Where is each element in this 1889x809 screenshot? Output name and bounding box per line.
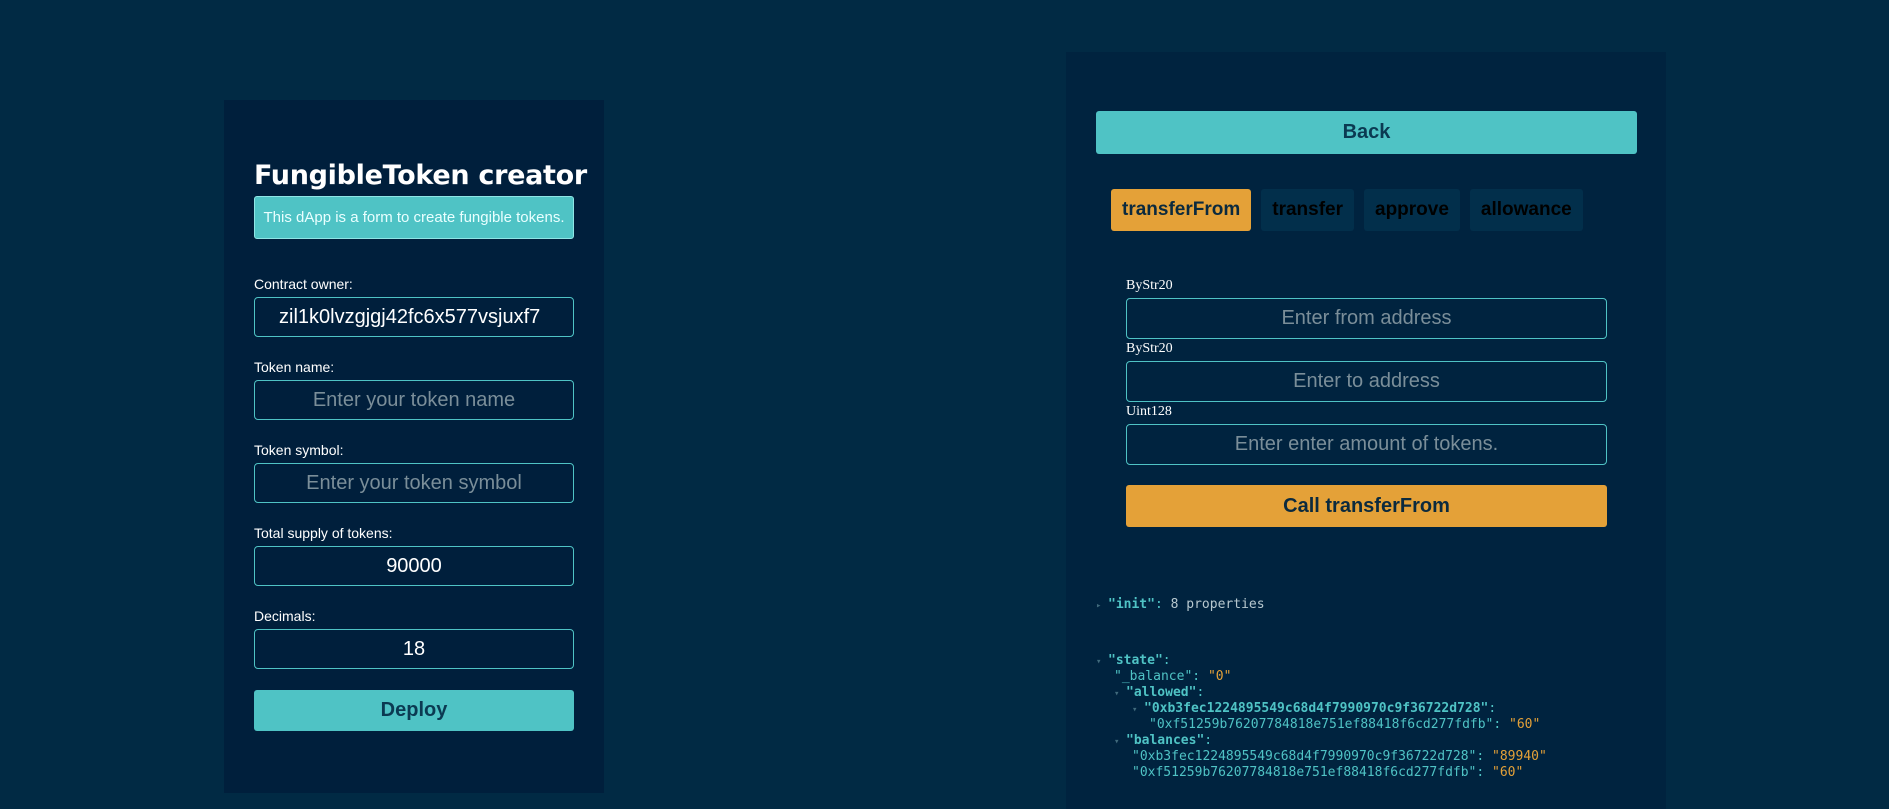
tree-row-state[interactable]: ▾ "state":: [1096, 653, 1171, 670]
amount-input[interactable]: [1126, 424, 1607, 465]
to-type-label: ByStr20: [1126, 341, 1173, 356]
tree-row-init[interactable]: ▸ "init": 8 properties: [1096, 597, 1265, 614]
amount-type-label: Uint128: [1126, 404, 1172, 419]
token-symbol-input[interactable]: [254, 463, 574, 503]
tree-row-balances-owner: "0xb3fec1224895549c68d4f7990970c9f36722d…: [1132, 749, 1547, 764]
total-supply-input[interactable]: [254, 546, 574, 586]
token-name-input[interactable]: [254, 380, 574, 420]
tree-value: "60": [1492, 765, 1524, 780]
caret-down-icon[interactable]: ▾: [1114, 686, 1126, 702]
tree-row-allowed[interactable]: ▾ "allowed":: [1114, 685, 1204, 702]
tree-key: "allowed": [1126, 685, 1197, 700]
from-address-input[interactable]: [1126, 298, 1607, 339]
tree-key: "_balance": [1114, 669, 1193, 684]
page-title: FungibleToken creator: [254, 160, 587, 191]
caret-right-icon[interactable]: ▸: [1096, 598, 1108, 614]
deploy-button[interactable]: Deploy: [254, 690, 574, 731]
tree-key: "0xb3fec1224895549c68d4f7990970c9f36722d…: [1132, 749, 1477, 764]
description-box: This dApp is a form to create fungible t…: [254, 196, 574, 239]
back-button[interactable]: Back: [1096, 111, 1637, 154]
caret-down-icon[interactable]: ▾: [1132, 702, 1144, 718]
caret-down-icon[interactable]: ▾: [1096, 654, 1108, 670]
tree-row-balances-spender: "0xf51259b76207784818e751ef88418f6cd277f…: [1132, 765, 1524, 780]
decimals-input[interactable]: [254, 629, 574, 669]
tab-allowance[interactable]: allowance: [1469, 189, 1583, 231]
tree-key: "0xf51259b76207784818e751ef88418f6cd277f…: [1132, 765, 1477, 780]
tree-row-allowed-owner[interactable]: ▾ "0xb3fec1224895549c68d4f7990970c9f36722…: [1132, 701, 1496, 718]
tree-value: "89940": [1492, 749, 1547, 764]
transition-tabs: transferFrom transfer approve allowance: [1111, 189, 1583, 231]
contract-owner-label: Contract owner:: [254, 276, 353, 292]
tab-transfer[interactable]: transfer: [1261, 189, 1354, 231]
to-address-input[interactable]: [1126, 361, 1607, 402]
tree-key: "0xf51259b76207784818e751ef88418f6cd277f…: [1149, 717, 1494, 732]
from-type-label: ByStr20: [1126, 278, 1173, 293]
contract-interaction-panel: Back transferFrom transfer approve allow…: [1066, 52, 1666, 809]
decimals-label: Decimals:: [254, 608, 316, 624]
tab-transferfrom[interactable]: transferFrom: [1111, 189, 1252, 231]
tree-meta: 8 properties: [1170, 597, 1265, 612]
total-supply-label: Total supply of tokens:: [254, 525, 393, 541]
tree-row-allowed-spender: "0xf51259b76207784818e751ef88418f6cd277f…: [1149, 717, 1541, 732]
token-symbol-label: Token symbol:: [254, 442, 344, 458]
token-creator-panel: FungibleToken creator This dApp is a for…: [224, 100, 604, 793]
tree-key: "state": [1108, 653, 1163, 668]
caret-down-icon[interactable]: ▾: [1114, 734, 1126, 750]
tree-row-balance: "_balance": "0": [1114, 669, 1232, 684]
tree-row-balances[interactable]: ▾ "balances":: [1114, 733, 1212, 750]
tree-key: "balances": [1126, 733, 1205, 748]
contract-owner-input[interactable]: [254, 297, 574, 337]
token-name-label: Token name:: [254, 359, 335, 375]
tab-approve[interactable]: approve: [1364, 189, 1460, 231]
tree-key: "0xb3fec1224895549c68d4f7990970c9f36722d…: [1144, 701, 1489, 716]
tree-value: "60": [1509, 717, 1541, 732]
call-transferfrom-button[interactable]: Call transferFrom: [1126, 485, 1607, 527]
tree-value: "0": [1207, 669, 1232, 684]
tree-key: "init": [1108, 597, 1155, 612]
